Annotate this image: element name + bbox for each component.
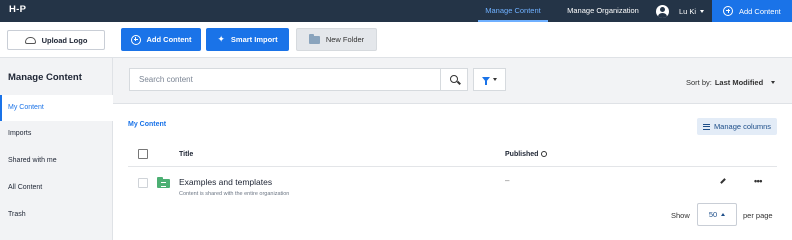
add-content-label: Add Content bbox=[146, 35, 192, 44]
sidebar-item-my-content[interactable]: My Content bbox=[0, 95, 113, 121]
nav-manage-organization[interactable]: Manage Organization bbox=[562, 0, 644, 22]
row-published: – bbox=[505, 176, 510, 185]
show-label: Show bbox=[671, 211, 690, 220]
sort-by-dropdown[interactable]: Sort by: Last Modified bbox=[686, 78, 776, 87]
chevron-down-icon bbox=[771, 81, 776, 84]
column-header-title[interactable]: Title bbox=[179, 151, 193, 158]
smart-import-button[interactable]: ✦ Smart Import bbox=[206, 28, 289, 51]
sort-value: Last Modified bbox=[714, 78, 764, 87]
sparkle-icon: ✦ bbox=[217, 34, 225, 44]
cloud-upload-icon bbox=[24, 36, 36, 44]
chevron-up-icon bbox=[721, 213, 726, 216]
user-name: Lu Ki bbox=[679, 6, 697, 16]
per-page-label: per page bbox=[743, 211, 773, 220]
plus-circle-icon bbox=[723, 6, 733, 16]
search-icon bbox=[450, 75, 458, 83]
info-icon[interactable] bbox=[541, 151, 548, 158]
search-input[interactable]: Search content bbox=[129, 68, 441, 91]
manage-columns-label: Manage columns bbox=[713, 122, 772, 131]
more-options-icon[interactable]: ••• bbox=[754, 176, 762, 186]
top-navbar: H-P Manage Content Manage Organization L… bbox=[0, 0, 792, 22]
new-folder-label: New Folder bbox=[325, 35, 365, 44]
top-add-content-label: Add Content bbox=[739, 6, 781, 16]
per-page-value: 50 bbox=[708, 210, 718, 219]
folder-icon bbox=[308, 33, 320, 44]
top-add-content-button[interactable]: Add Content bbox=[712, 0, 792, 22]
columns-icon bbox=[702, 123, 710, 130]
user-menu[interactable]: Lu Ki bbox=[656, 0, 705, 22]
divider bbox=[128, 166, 777, 167]
filter-icon bbox=[482, 77, 490, 85]
sidebar-item-imports[interactable]: Imports bbox=[0, 121, 113, 147]
search-button[interactable] bbox=[441, 68, 468, 91]
avatar-icon bbox=[656, 4, 669, 18]
column-header-published[interactable]: Published bbox=[505, 151, 548, 158]
search-row: Search content Sort by: Last Modified bbox=[113, 58, 792, 104]
chevron-down-icon bbox=[700, 9, 705, 13]
chevron-down-icon bbox=[493, 78, 497, 81]
upload-logo-label: Upload Logo bbox=[41, 35, 88, 45]
breadcrumb[interactable]: My Content bbox=[128, 121, 166, 128]
sort-label: Sort by: bbox=[686, 78, 712, 87]
new-folder-button[interactable]: New Folder bbox=[296, 28, 377, 51]
sidebar-item-trash[interactable]: Trash bbox=[0, 202, 113, 228]
shared-folder-icon bbox=[157, 177, 170, 188]
row-checkbox[interactable] bbox=[138, 178, 148, 188]
smart-import-label: Smart Import bbox=[230, 35, 278, 44]
manage-columns-button[interactable]: Manage columns bbox=[697, 118, 777, 135]
upload-logo-button[interactable]: Upload Logo bbox=[7, 30, 105, 50]
action-bar: Upload Logo Add Content ✦ Smart Import N… bbox=[0, 22, 792, 58]
select-all-checkbox[interactable] bbox=[138, 149, 148, 159]
filter-button[interactable] bbox=[473, 68, 506, 91]
edit-icon[interactable] bbox=[720, 178, 726, 184]
h5p-logo[interactable]: H-P bbox=[9, 4, 26, 15]
nav-manage-content[interactable]: Manage Content bbox=[478, 0, 548, 22]
row-title[interactable]: Examples and templates bbox=[179, 177, 272, 187]
sidebar-item-all-content[interactable]: All Content bbox=[0, 175, 113, 201]
content-panel: My Content Manage columns Title Publishe… bbox=[113, 104, 792, 240]
row-subtitle: Content is shared with the entire organi… bbox=[179, 191, 290, 197]
add-content-button[interactable]: Add Content bbox=[121, 28, 201, 51]
sidebar-title: Manage Content bbox=[8, 72, 82, 83]
published-label: Published bbox=[505, 151, 539, 158]
per-page-select[interactable]: 50 bbox=[697, 203, 737, 226]
sidebar-item-shared-with-me[interactable]: Shared with me bbox=[0, 148, 113, 174]
plus-circle-icon bbox=[130, 34, 141, 45]
sidebar: Manage Content My Content Imports Shared… bbox=[0, 58, 113, 240]
